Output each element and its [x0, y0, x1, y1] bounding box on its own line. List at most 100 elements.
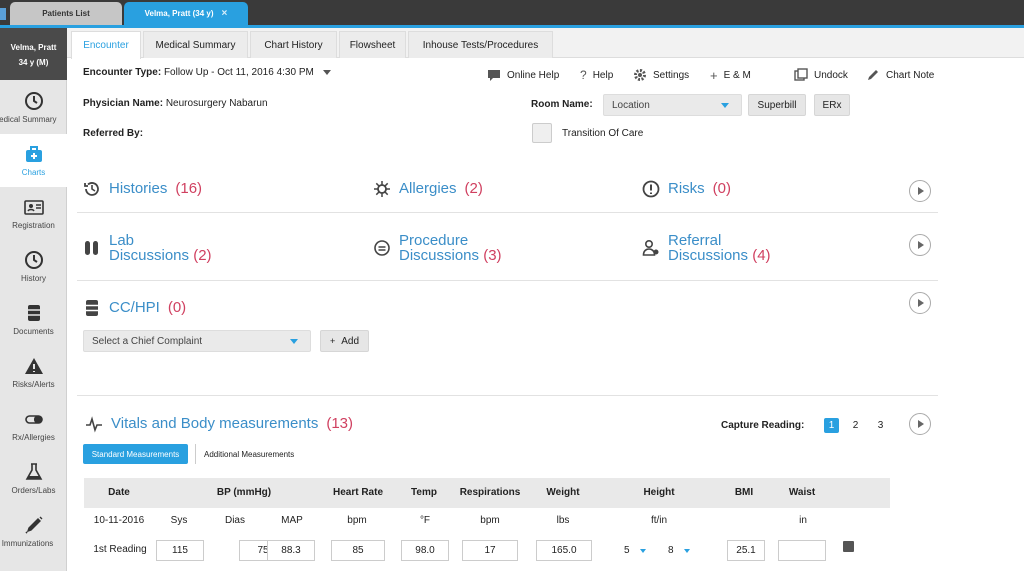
section-title: Discussions — [668, 247, 749, 264]
room-select-value: Location — [612, 99, 650, 111]
reading-page-3[interactable]: 3 — [873, 418, 888, 433]
transition-of-care-checkbox[interactable] — [532, 123, 552, 143]
top-bar: Patients List Velma, Pratt (34 y) × — [0, 0, 1024, 25]
cc-hpi-section[interactable]: CC/HPI (0) — [83, 300, 186, 317]
clock-icon — [24, 92, 43, 110]
section-title: Allergies — [399, 180, 457, 197]
sidebar-item-label: Rx/Allergies — [12, 433, 55, 442]
sidebar-item-orders-labs[interactable]: Orders/Labs — [0, 452, 67, 505]
section-title: Discussions — [399, 247, 480, 264]
sidebar-item-documents[interactable]: Documents — [0, 293, 67, 346]
patient-name: Velma, Pratt — [10, 43, 57, 52]
sys-input[interactable]: 115 — [156, 540, 204, 561]
chief-complaint-select[interactable]: Select a Chief Complaint — [83, 330, 311, 352]
tab-inhouse-tests[interactable]: Inhouse Tests/Procedures — [408, 31, 553, 58]
superbill-button[interactable]: Superbill — [748, 94, 806, 116]
bmi-input[interactable]: 25.1 — [727, 540, 765, 561]
map-input[interactable]: 88.3 — [267, 540, 315, 561]
tab-medical-summary[interactable]: Medical Summary — [143, 31, 248, 58]
medical-bag-icon — [25, 146, 42, 162]
sidebar: Velma, Pratt 34 y (M) Medical Summary Ch… — [0, 28, 67, 571]
row-label: 1st Reading — [93, 544, 147, 555]
height-ft-value: 5 — [624, 545, 630, 556]
chevron-down-icon — [639, 548, 646, 553]
chevron-down-icon — [721, 103, 729, 108]
settings-button[interactable]: Settings — [633, 68, 689, 82]
expand-arrow-icon[interactable] — [909, 234, 931, 256]
user-referral-icon — [642, 239, 659, 256]
section-count: (2) — [464, 180, 483, 197]
encounter-type-value[interactable]: Follow Up - Oct 11, 2016 4:30 PM — [164, 67, 314, 78]
respirations-input[interactable]: 17 — [462, 540, 518, 561]
tab-label: Patients List — [42, 9, 90, 18]
tab-encounter[interactable]: Encounter — [71, 31, 141, 59]
sidebar-item-medical-summary[interactable]: Medical Summary — [0, 81, 67, 134]
online-help-button[interactable]: Online Help — [487, 68, 559, 82]
unit-label: in — [799, 515, 807, 526]
alert-circle-icon — [642, 180, 660, 198]
risks-section[interactable]: Risks (0) — [642, 180, 732, 198]
gear-icon — [634, 69, 646, 81]
em-button[interactable]: + E & M — [710, 68, 751, 83]
sidebar-item-registration[interactable]: Registration — [0, 187, 67, 240]
waist-input[interactable] — [778, 540, 826, 561]
undock-button[interactable]: Undock — [794, 68, 848, 82]
reading-page-2[interactable]: 2 — [848, 418, 863, 433]
histories-section[interactable]: Histories (16) — [83, 181, 202, 198]
close-icon[interactable]: × — [222, 8, 228, 19]
capture-reading-label: Capture Reading: — [721, 420, 805, 431]
chat-bubble-icon — [374, 240, 390, 256]
chart-note-button[interactable]: Chart Note — [866, 68, 934, 82]
heart-rate-input[interactable]: 85 — [331, 540, 385, 561]
vitals-section[interactable]: Vitals and Body measurements (13) — [85, 416, 353, 433]
unit-label: bpm — [347, 515, 367, 526]
test-tubes-icon — [85, 241, 98, 255]
reading-page-1[interactable]: 1 — [824, 418, 839, 433]
expand-arrow-icon[interactable] — [909, 413, 931, 435]
tab-additional-measurements[interactable]: Additional Measurements — [204, 450, 294, 459]
height-ft-select[interactable]: 5 — [624, 540, 646, 561]
sidebar-item-charts[interactable]: Charts — [0, 134, 67, 187]
unit-label: Dias — [224, 515, 245, 526]
unit-label: Sys — [170, 515, 188, 526]
pill-icon — [24, 415, 43, 424]
sidebar-item-risks-alerts[interactable]: Risks/Alerts — [0, 346, 67, 399]
sidebar-item-history[interactable]: History — [0, 240, 67, 293]
save-icon[interactable] — [843, 541, 854, 552]
add-complaint-button[interactable]: + Add — [320, 330, 369, 352]
patient-header: Velma, Pratt 34 y (M) — [0, 28, 67, 80]
procedure-discussions-section[interactable]: Procedure Discussions (3) — [373, 233, 502, 263]
section-title: Histories — [109, 180, 168, 197]
chevron-down-icon[interactable] — [322, 69, 331, 75]
referral-discussions-section[interactable]: Referral Discussions (4) — [642, 233, 771, 263]
weight-input[interactable]: 165.0 — [536, 540, 592, 561]
column-header: BMI — [734, 487, 754, 498]
allergies-section[interactable]: Allergies (2) — [373, 181, 483, 198]
temp-input[interactable]: 98.0 — [401, 540, 449, 561]
expand-arrow-icon[interactable] — [909, 180, 931, 202]
tab-flowsheet[interactable]: Flowsheet — [339, 31, 406, 58]
column-header: Weight — [546, 487, 580, 498]
sidebar-item-rx-allergies[interactable]: Rx/Allergies — [0, 399, 67, 452]
reading-date: 10-11-2016 — [93, 515, 145, 526]
section-count: (0) — [712, 180, 732, 197]
sidebar-item-immunizations[interactable]: Immunizations — [0, 505, 67, 558]
tab-chart-history[interactable]: Chart History — [250, 31, 337, 58]
lab-discussions-section[interactable]: Lab Discussions (2) — [83, 233, 212, 263]
room-select[interactable]: Location — [603, 94, 742, 116]
tab-patient[interactable]: Velma, Pratt (34 y) × — [124, 2, 248, 25]
height-in-select[interactable]: 8 — [668, 540, 690, 561]
app-menu-icon[interactable] — [0, 8, 6, 20]
tab-patients-list[interactable]: Patients List — [10, 2, 122, 25]
sidebar-item-label: History — [21, 274, 46, 283]
unit-label: °F — [419, 515, 431, 526]
expand-arrow-icon[interactable] — [909, 292, 931, 314]
tab-standard-measurements[interactable]: Standard Measurements — [83, 444, 188, 464]
sidebar-item-label: Immunizations — [1, 539, 54, 548]
help-button[interactable]: ? Help — [580, 68, 613, 82]
history-icon — [84, 182, 99, 196]
column-header: Height — [643, 487, 675, 498]
physician-value: Neurosurgery Nabarun — [165, 98, 268, 109]
erx-button[interactable]: ERx — [814, 94, 850, 116]
undock-icon — [794, 68, 808, 81]
